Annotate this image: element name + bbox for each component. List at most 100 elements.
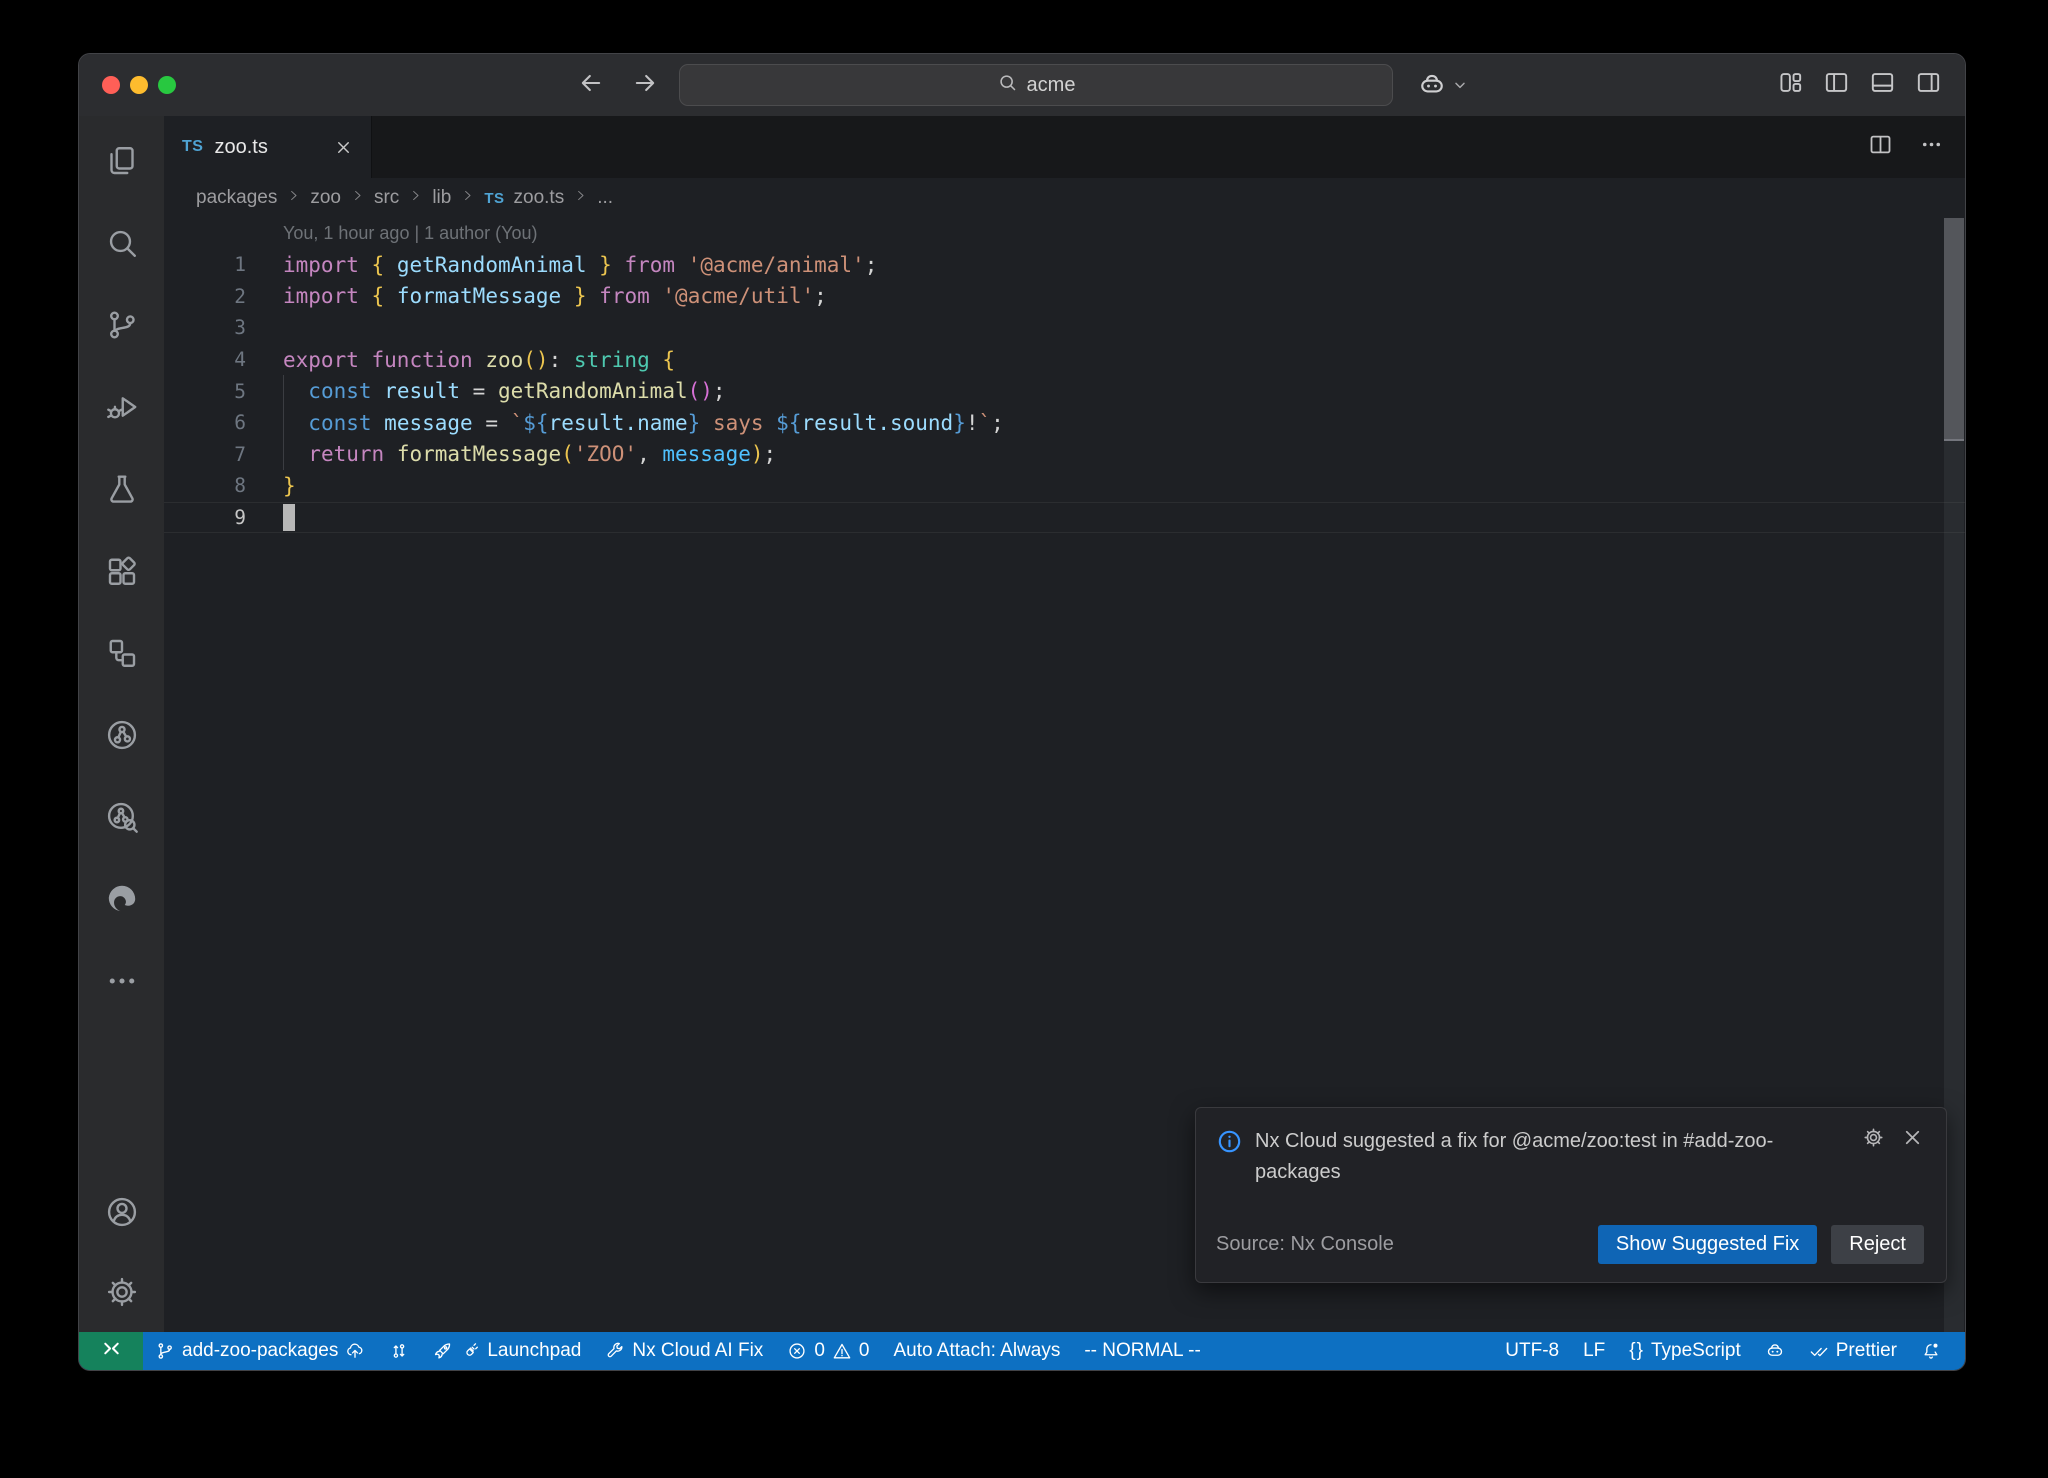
warning-icon	[832, 1341, 852, 1361]
history-navigation	[577, 54, 659, 116]
status-git-branch[interactable]: add-zoo-packages	[143, 1332, 377, 1370]
status-nx-cloud-ai-fix[interactable]: Nx Cloud AI Fix	[593, 1332, 775, 1370]
line-number: 2	[164, 285, 246, 308]
line-content: import { getRandomAnimal } from '@acme/a…	[246, 253, 877, 277]
notification-settings-gear-icon[interactable]	[1862, 1126, 1885, 1155]
command-center-search[interactable]: acme	[679, 64, 1393, 106]
toggle-secondary-sidebar-icon[interactable]	[1914, 68, 1943, 102]
close-tab-icon[interactable]	[334, 138, 353, 157]
account-icon	[104, 1194, 140, 1230]
code-line-8[interactable]: 8}	[164, 470, 1965, 502]
status-label: UTF-8	[1505, 1340, 1559, 1362]
copilot-menu[interactable]	[1417, 54, 1468, 116]
activity-item-accounts[interactable]	[79, 1172, 164, 1252]
back-arrow-icon[interactable]	[577, 69, 605, 102]
code-line-7[interactable]: 7 return formatMessage('ZOO', message);	[164, 439, 1965, 471]
gear-icon	[104, 1274, 140, 1310]
show-suggested-fix-button[interactable]: Show Suggested Fix	[1598, 1225, 1817, 1264]
activity-item-extensions[interactable]	[79, 530, 164, 612]
activity-item-testing[interactable]	[79, 448, 164, 530]
zoom-window-button[interactable]	[158, 76, 176, 94]
activity-item-more-views[interactable]	[79, 940, 164, 1022]
code-line-1[interactable]: 1import { getRandomAnimal } from '@acme/…	[164, 249, 1965, 281]
notification-close-icon[interactable]	[1901, 1126, 1924, 1155]
edge-icon	[104, 881, 140, 917]
copilot-icon	[1765, 1341, 1785, 1361]
status-bar: add-zoo-packages Launchpad Nx Cloud AI Fix…	[79, 1332, 1965, 1370]
code-line-2[interactable]: 2import { formatMessage } from '@acme/ut…	[164, 281, 1965, 313]
customize-layout-icon[interactable]	[1776, 68, 1805, 102]
bell-dot-icon	[1921, 1341, 1941, 1361]
status-prettier[interactable]: Prettier	[1797, 1332, 1909, 1370]
status-label: -- NORMAL --	[1084, 1340, 1200, 1362]
activity-item-nx-console[interactable]	[79, 612, 164, 694]
status-vim-mode[interactable]: -- NORMAL --	[1072, 1332, 1212, 1370]
circle-graph-icon	[104, 717, 140, 753]
activity-item-edge-devtools[interactable]	[79, 858, 164, 940]
main-area: TS zoo.ts packageszoosrclibTSzoo.ts... Y…	[79, 116, 1965, 1332]
copilot-icon	[1417, 70, 1447, 100]
notification-source: Source: Nx Console	[1216, 1233, 1394, 1256]
status-copilot[interactable]	[1753, 1332, 1797, 1370]
double-check-icon	[1809, 1341, 1829, 1361]
status-notifications[interactable]	[1909, 1332, 1953, 1370]
screenshot-stage: acme TS	[0, 0, 2048, 1478]
activity-item-explorer[interactable]	[79, 120, 164, 202]
tab-zoo-ts[interactable]: TS zoo.ts	[164, 116, 372, 178]
more-actions-icon[interactable]	[1918, 131, 1945, 163]
line-number: 6	[164, 411, 246, 434]
status-label: Nx Cloud AI Fix	[632, 1340, 763, 1362]
split-editor-icon[interactable]	[1867, 131, 1894, 163]
vim-block-cursor	[283, 504, 295, 531]
vscode-window: acme TS	[78, 53, 1966, 1371]
status-label: LF	[1583, 1340, 1605, 1362]
beaker-icon	[104, 471, 140, 507]
code-line-3[interactable]: 3	[164, 312, 1965, 344]
status-auto-attach[interactable]: Auto Attach: Always	[881, 1332, 1072, 1370]
line-number: 1	[164, 253, 246, 276]
status-git-graph[interactable]	[377, 1332, 421, 1370]
status-language[interactable]: {}TypeScript	[1617, 1332, 1752, 1370]
line-number: 3	[164, 316, 246, 339]
remote-icon	[100, 1337, 123, 1366]
status-encoding[interactable]: UTF-8	[1493, 1332, 1571, 1370]
status-problems[interactable]: 00	[775, 1332, 881, 1370]
breadcrumb-file[interactable]: zoo.ts	[514, 187, 565, 209]
activity-item-nx-cloud[interactable]	[79, 776, 164, 858]
breadcrumb-item[interactable]: lib	[432, 187, 451, 209]
status-eol[interactable]: LF	[1571, 1332, 1617, 1370]
chevron-right-icon	[460, 187, 475, 209]
status-bar-left: add-zoo-packages Launchpad Nx Cloud AI Fix…	[143, 1332, 1213, 1370]
breadcrumb-item[interactable]: src	[374, 187, 399, 209]
code-line-6[interactable]: 6 const message = `${result.name} says $…	[164, 407, 1965, 439]
editor-scrollbar[interactable]	[1944, 218, 1964, 1332]
reject-button[interactable]: Reject	[1831, 1225, 1924, 1264]
code-line-5[interactable]: 5 const result = getRandomAnimal();	[164, 375, 1965, 407]
line-content: const message = `${result.name} says ${r…	[246, 411, 1004, 435]
toggle-primary-sidebar-icon[interactable]	[1822, 68, 1851, 102]
minimize-window-button[interactable]	[130, 76, 148, 94]
close-window-button[interactable]	[102, 76, 120, 94]
toggle-panel-icon[interactable]	[1868, 68, 1897, 102]
code-line-9[interactable]: 9	[164, 502, 1965, 534]
plug-icon	[460, 1341, 480, 1361]
status-label: {}	[1629, 1340, 1644, 1362]
breadcrumb-item[interactable]: zoo	[310, 187, 341, 209]
code-line-4[interactable]: 4export function zoo(): string {	[164, 344, 1965, 376]
activity-bar	[79, 116, 164, 1332]
activity-item-run-and-debug[interactable]	[79, 366, 164, 448]
forward-arrow-icon[interactable]	[631, 69, 659, 102]
search-icon	[997, 72, 1018, 99]
activity-item-settings[interactable]	[79, 1252, 164, 1332]
git-graph-icon	[389, 1341, 409, 1361]
remote-indicator[interactable]	[79, 1332, 143, 1370]
status-launchpad[interactable]: Launchpad	[421, 1332, 593, 1370]
scrollbar-slider[interactable]	[1944, 218, 1964, 441]
breadcrumb-item[interactable]: packages	[196, 187, 277, 209]
editor-actions	[1867, 116, 1945, 178]
wrench-icon	[605, 1341, 625, 1361]
breadcrumb-symbol-placeholder[interactable]: ...	[597, 187, 613, 209]
activity-item-source-control[interactable]	[79, 284, 164, 366]
activity-item-search[interactable]	[79, 202, 164, 284]
activity-item-nx-project-graph[interactable]	[79, 694, 164, 776]
